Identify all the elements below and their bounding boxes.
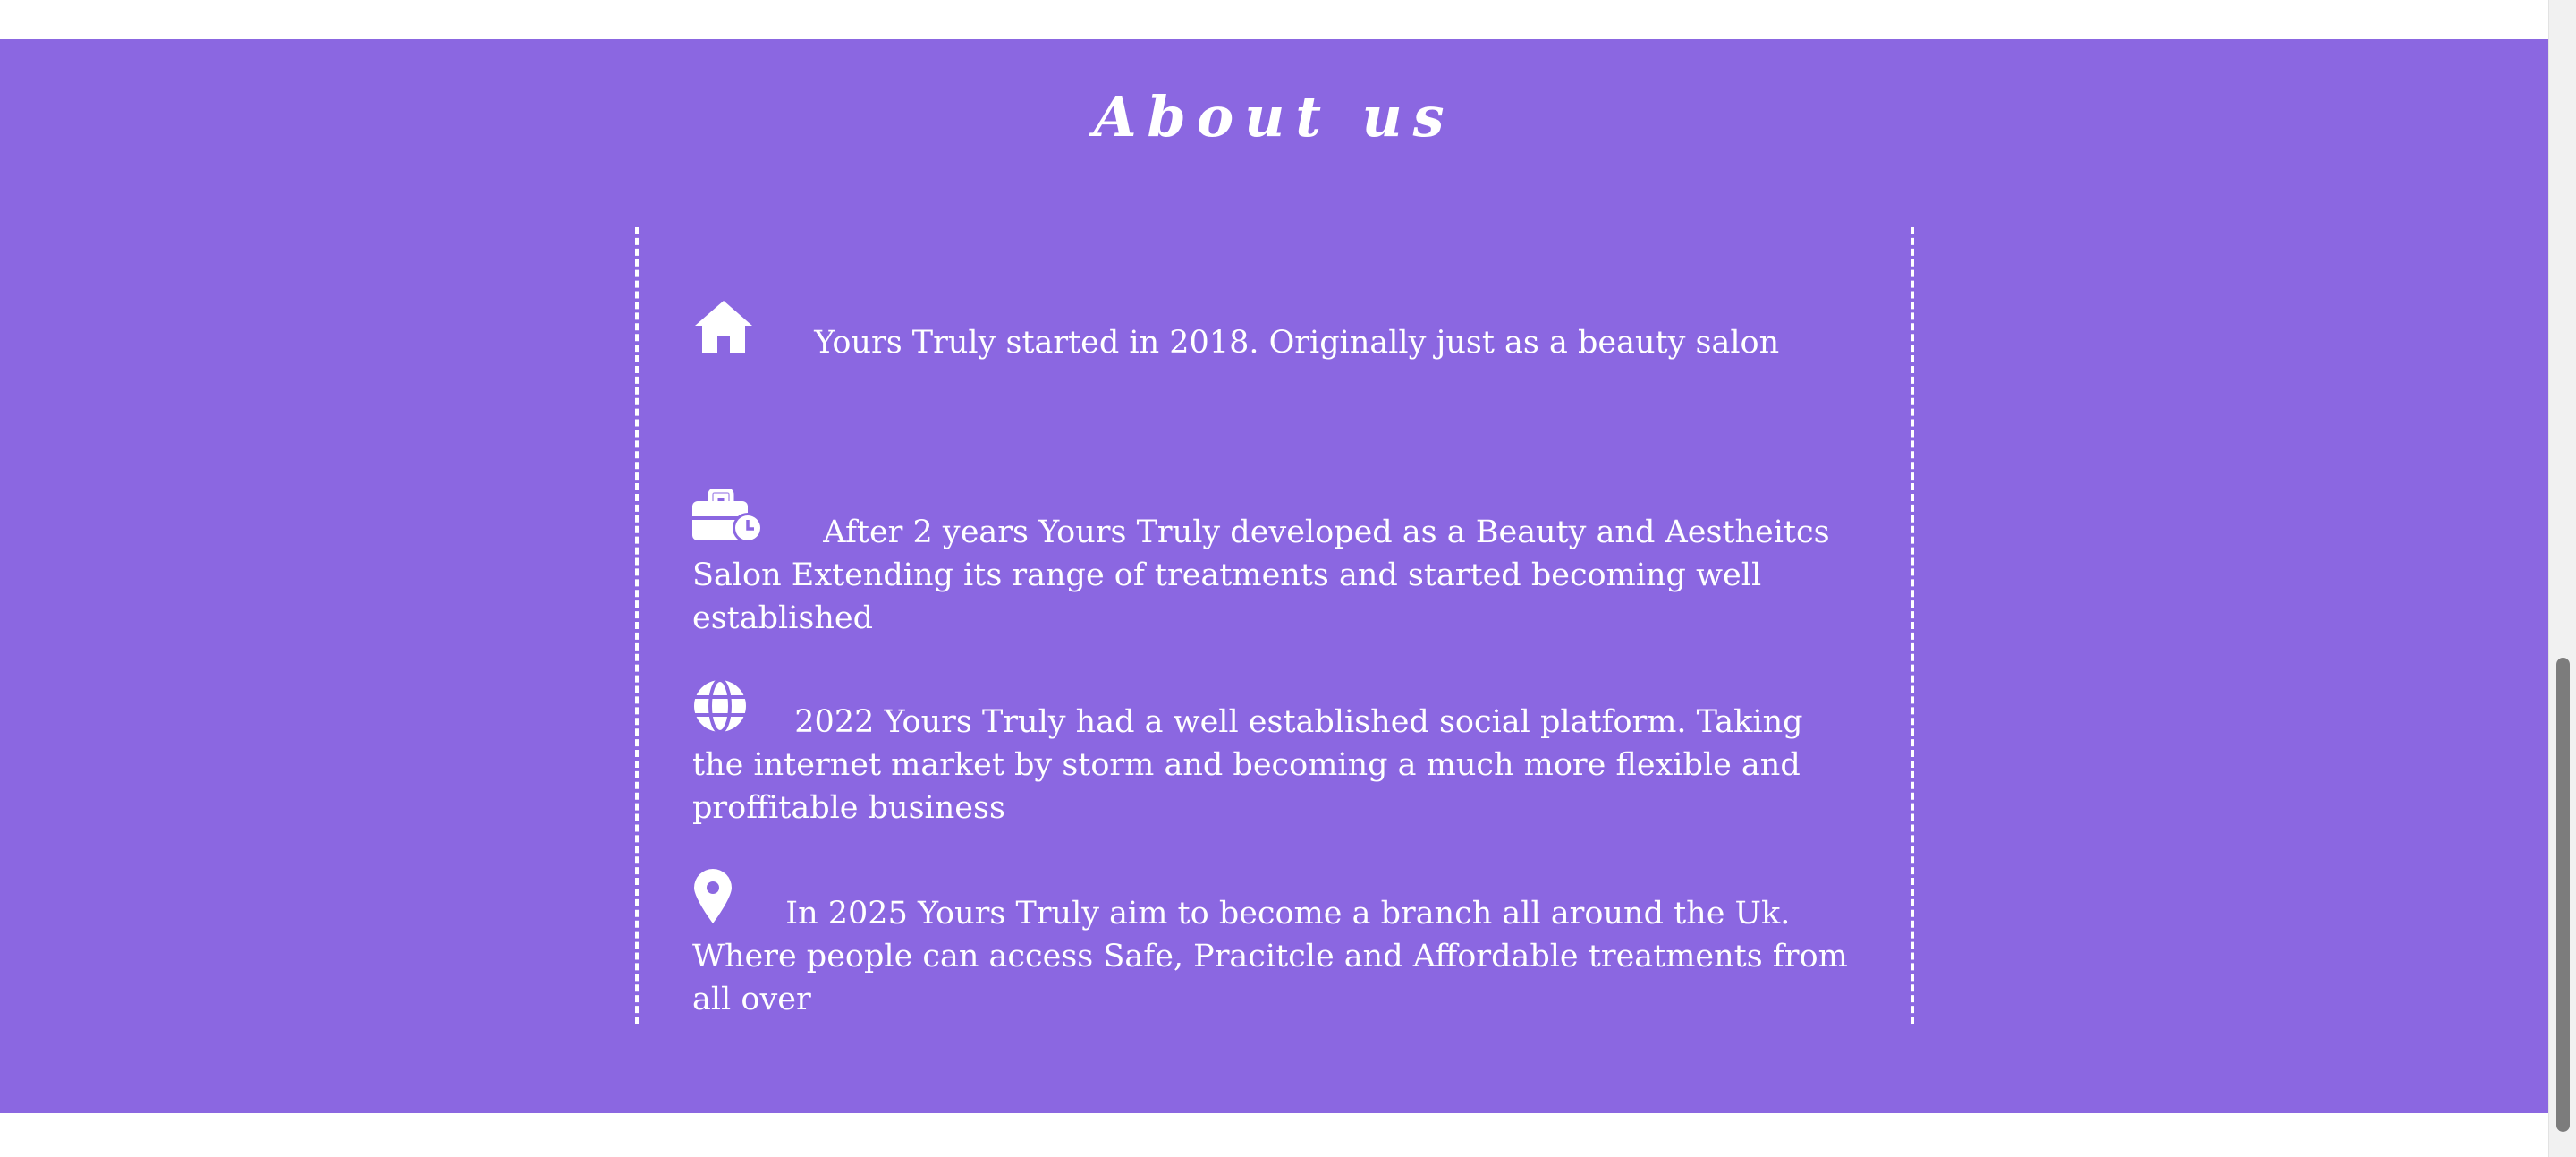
briefcase-clock-icon (692, 489, 764, 544)
page-viewport: About us Yours Truly started in 2018. Or… (0, 0, 2576, 1157)
timeline-item: After 2 years Yours Truly developed as a… (692, 489, 1855, 640)
timeline-item-text: Yours Truly started in 2018. Originally … (814, 325, 1780, 361)
scrollbar-thumb[interactable] (2556, 658, 2570, 1132)
timeline-item-text: After 2 years Yours Truly developed as a… (692, 515, 1830, 636)
about-timeline: Yours Truly started in 2018. Originally … (635, 227, 1914, 1024)
vertical-scrollbar[interactable] (2548, 0, 2576, 1157)
globe-icon (692, 678, 748, 734)
about-title: About us (1093, 84, 1455, 149)
timeline-item-text: In 2025 Yours Truly aim to become a bran… (692, 896, 1848, 1017)
timeline-item: 2022 Yours Truly had a well established … (692, 678, 1855, 829)
timeline-item-text: 2022 Yours Truly had a well established … (692, 704, 1803, 826)
home-icon (692, 299, 755, 354)
timeline-item: In 2025 Yours Truly aim to become a bran… (692, 868, 1855, 1021)
about-section: About us Yours Truly started in 2018. Or… (0, 39, 2548, 1113)
location-pin-icon (692, 868, 733, 925)
timeline-item: Yours Truly started in 2018. Originally … (692, 299, 1855, 364)
